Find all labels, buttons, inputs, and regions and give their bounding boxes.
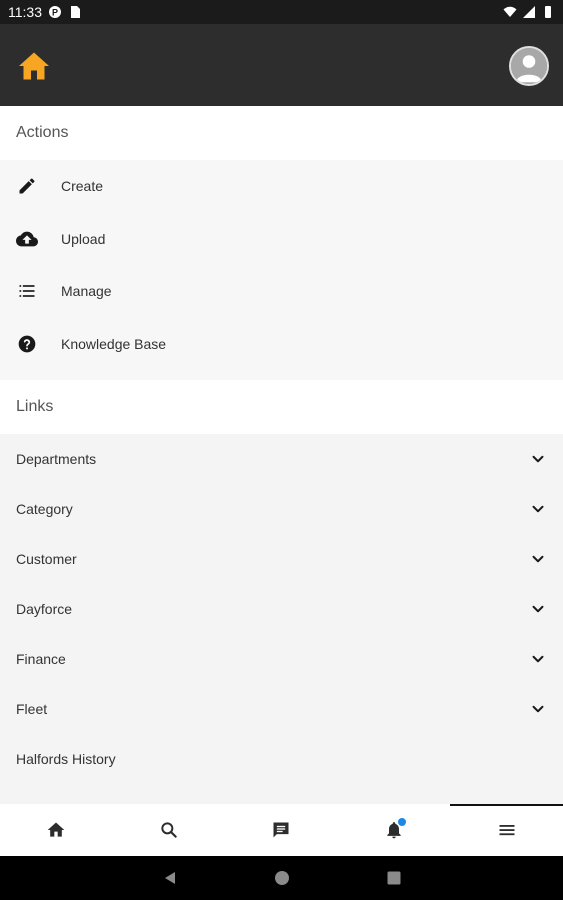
notification-badge: [397, 818, 406, 826]
back-icon[interactable]: [162, 870, 178, 886]
list-icon: [16, 280, 38, 302]
action-manage[interactable]: Manage: [0, 265, 563, 318]
avatar[interactable]: [509, 46, 549, 86]
pencil-icon: [16, 175, 38, 197]
action-create[interactable]: Create: [0, 160, 563, 213]
link-label: Finance: [16, 651, 66, 667]
app-notification-icon: P: [49, 6, 61, 18]
status-bar: 11:33 P: [0, 0, 563, 24]
chevron-down-icon: [532, 455, 544, 463]
recents-icon[interactable]: [386, 870, 402, 886]
link-label: Departments: [16, 451, 97, 467]
system-nav-bar: [0, 856, 563, 900]
nav-menu[interactable]: [450, 804, 563, 856]
action-label: Upload: [61, 230, 106, 247]
chevron-down-icon: [532, 605, 544, 613]
link-finance[interactable]: Finance: [0, 634, 563, 684]
cloud-upload-icon: [16, 228, 38, 250]
status-time: 11:33: [8, 4, 42, 20]
link-label: Halfords History: [16, 751, 116, 767]
help-circle-icon: [16, 333, 38, 355]
home-icon: [19, 52, 49, 80]
link-departments[interactable]: Departments: [0, 434, 563, 484]
nav-messages[interactable]: [225, 804, 338, 856]
home-circle-icon[interactable]: [274, 870, 290, 886]
links-list: Departments Category Customer Dayforce F…: [0, 434, 563, 804]
link-label: Dayforce: [16, 601, 73, 617]
actions-list: Create Upload Manage Knowledge Base: [0, 160, 563, 380]
search-icon: [161, 822, 177, 838]
nav-search[interactable]: [113, 804, 226, 856]
action-upload[interactable]: Upload: [0, 213, 563, 266]
menu-icon: [499, 825, 515, 836]
home-button[interactable]: [16, 48, 52, 84]
sd-card-icon: [71, 6, 80, 18]
link-customer[interactable]: Customer: [0, 534, 563, 584]
message-icon: [273, 822, 289, 838]
user-icon: [511, 48, 547, 84]
chevron-down-icon: [532, 555, 544, 563]
chevron-down-icon: [532, 655, 544, 663]
links-header: Links: [0, 380, 563, 434]
link-label: Customer: [16, 551, 77, 567]
link-halfords-history[interactable]: Halfords History: [0, 734, 563, 784]
battery-icon: [545, 6, 551, 18]
actions-header: Actions: [0, 106, 563, 160]
signal-icon: [523, 6, 535, 18]
nav-notifications[interactable]: [338, 804, 451, 856]
link-category[interactable]: Category: [0, 484, 563, 534]
link-label: Fleet: [16, 701, 48, 717]
nav-home[interactable]: [0, 804, 113, 856]
chevron-down-icon: [532, 505, 544, 513]
home-icon: [47, 822, 65, 837]
action-label: Manage: [61, 283, 112, 300]
link-fleet[interactable]: Fleet: [0, 684, 563, 734]
action-label: Create: [61, 178, 104, 195]
wifi-icon: [503, 6, 517, 17]
chevron-down-icon: [532, 705, 544, 713]
svg-text:P: P: [52, 8, 58, 18]
action-label: Knowledge Base: [61, 335, 167, 352]
link-label: Category: [16, 501, 73, 517]
action-knowledge-base[interactable]: Knowledge Base: [0, 318, 563, 371]
link-dayforce[interactable]: Dayforce: [0, 584, 563, 634]
app-bar: [0, 24, 563, 106]
bottom-nav: [0, 804, 563, 856]
